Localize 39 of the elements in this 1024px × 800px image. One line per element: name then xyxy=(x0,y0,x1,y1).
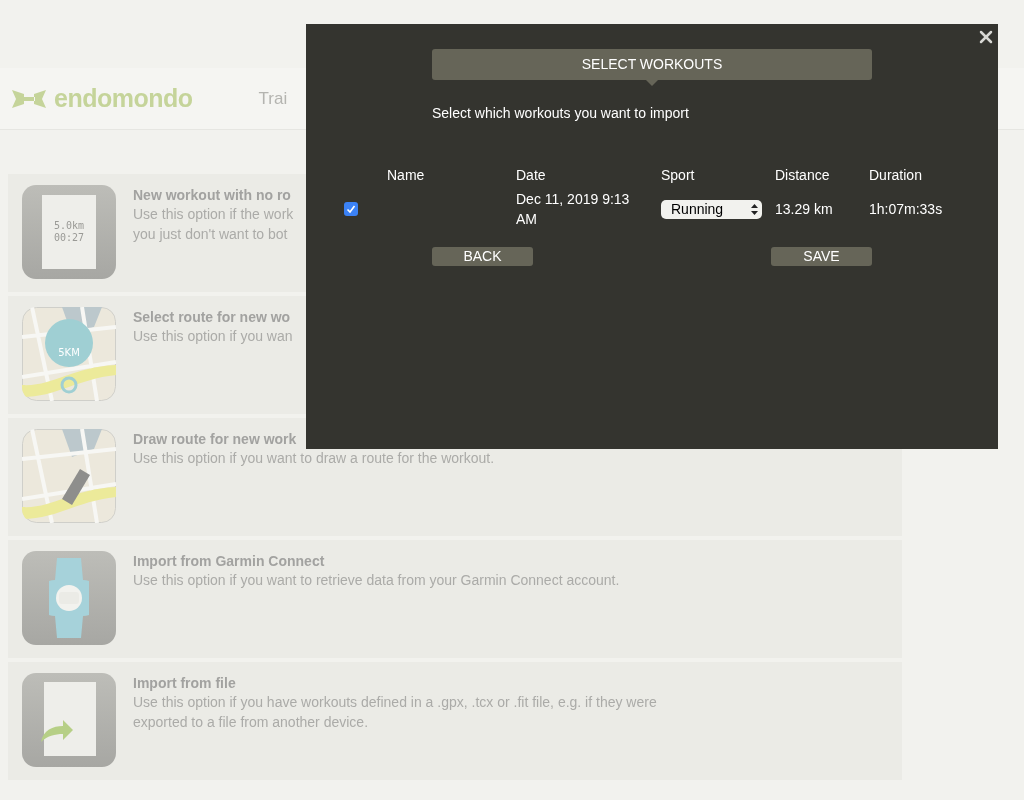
logo-text: endomondo xyxy=(54,82,193,114)
option-title: Select route for new wo xyxy=(133,308,292,326)
column-header: Sport xyxy=(661,166,696,184)
date-cell-text: Dec 11, 2019 9:13 AM xyxy=(516,190,631,229)
option-title: Import from file xyxy=(133,674,237,692)
option-description: exported to a file from another device. xyxy=(133,713,370,732)
option-description: Use this option if you want to draw a route for the workout. xyxy=(133,449,495,468)
option-title: Draw route for new work xyxy=(133,430,298,448)
option-description: Use this option if you want to retrieve data from your Garmin Connect account. xyxy=(133,571,620,590)
option-title: Import from Garmin Connect xyxy=(133,552,326,570)
map-marker-icon xyxy=(22,307,116,401)
icon-label: 5.0km xyxy=(53,220,85,232)
column-header: Date xyxy=(516,166,547,184)
sport-select[interactable]: Running xyxy=(661,199,762,219)
option-description: Use this option if the work xyxy=(133,205,294,224)
nav-link[interactable]: Trai xyxy=(258,85,288,112)
column-header: Distance xyxy=(775,166,831,184)
option-title: New workout with no ro xyxy=(133,186,292,204)
icon-label: 00:27 xyxy=(53,232,85,244)
option-description: Use this option if you have workouts defined in a .gpx, .tcx or .fit file, e.g. if they were xyxy=(133,693,657,712)
dialog-button[interactable]: SAVE xyxy=(771,247,872,266)
logo-icon xyxy=(10,87,48,110)
watch-icon xyxy=(22,551,116,645)
import-option-card[interactable]: Import from file Use this option if you have workouts defined in a .gpx, .tcx or .fit file, e.g. if they were exported to a file from another device. xyxy=(8,662,902,780)
icon-label: 5KM xyxy=(58,346,80,360)
option-description: Use this option if you wan xyxy=(133,327,293,346)
import-option-card[interactable]: Import from Garmin Connect Use this option if you want to retrieve data from your Garmin Connect account. xyxy=(8,540,902,658)
duration-cell-text: 1h:07m:33s xyxy=(869,199,944,219)
column-header: Name xyxy=(387,166,426,184)
dialog-title: SELECT WORKOUTS xyxy=(581,55,723,74)
dialog-subtitle: Select which workouts you want to import xyxy=(432,104,690,123)
file-import-icon xyxy=(22,673,116,767)
dialog-button[interactable]: BACK xyxy=(432,247,533,266)
map-pencil-icon xyxy=(22,429,116,523)
column-header: Duration xyxy=(869,166,923,184)
option-description: you just don't want to bot xyxy=(133,225,289,244)
distance-cell-text: 13.29 km xyxy=(775,199,834,219)
updown-caret-icon xyxy=(751,203,758,215)
row-checkbox[interactable] xyxy=(344,202,358,216)
